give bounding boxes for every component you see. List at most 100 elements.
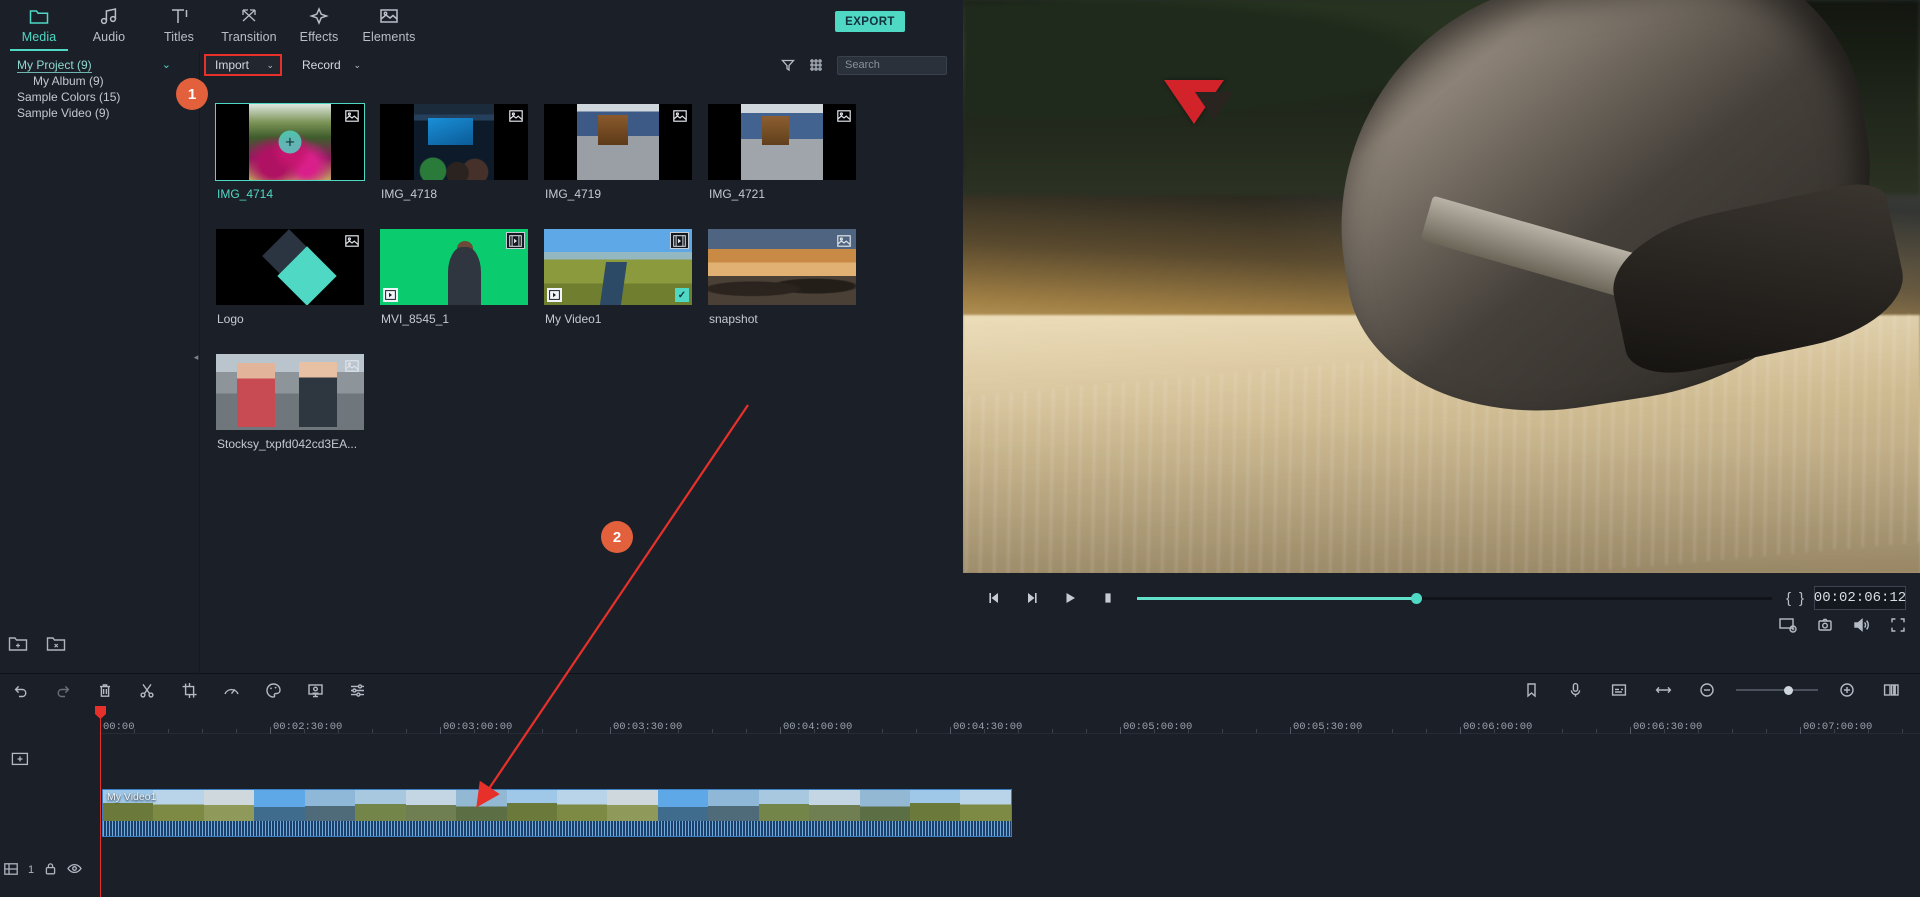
player-timecode[interactable]: 00:02:06:12 [1814, 586, 1906, 610]
marker-icon[interactable] [1510, 674, 1552, 706]
clip-thumbnail-frame [305, 790, 355, 823]
media-item[interactable]: Logo [216, 229, 380, 354]
video-preview[interactable] [963, 0, 1920, 573]
media-item[interactable]: MVI_8545_1 [380, 229, 544, 354]
zoom-out-icon[interactable] [1686, 674, 1728, 706]
timeline-menu-icon[interactable] [1870, 674, 1912, 706]
ruler-subtick [1596, 729, 1597, 733]
progress-knob[interactable] [1411, 593, 1422, 604]
eye-icon[interactable] [67, 862, 82, 878]
tab-transition[interactable]: Transition [214, 0, 284, 51]
import-button[interactable]: Import ⌄ [204, 54, 282, 76]
add-to-timeline-icon[interactable]: + [279, 131, 302, 154]
render-preview-icon[interactable] [1779, 617, 1797, 633]
tab-audio[interactable]: Audio [74, 0, 144, 51]
microphone-icon[interactable] [1554, 674, 1596, 706]
media-item[interactable]: ✓ My Video1 [544, 229, 708, 354]
clip-thumbnail-frame [860, 790, 910, 823]
ruler-subtick [372, 729, 373, 733]
record-button[interactable]: Record ⌄ [296, 54, 364, 76]
grid-view-icon[interactable] [809, 58, 823, 72]
add-folder-icon[interactable] [8, 635, 28, 657]
search-box[interactable] [837, 56, 947, 75]
undo-icon[interactable] [0, 674, 42, 706]
crop-icon[interactable] [168, 674, 210, 706]
green-screen-icon[interactable] [294, 674, 336, 706]
tab-titles[interactable]: Titles [144, 0, 214, 51]
sidebar-item-my-album[interactable]: My Album (9) [0, 73, 199, 89]
lock-icon[interactable] [44, 862, 57, 878]
player-controls-row: { } 00:02:06:12 [963, 583, 1920, 613]
play-overlay-icon[interactable] [383, 288, 398, 302]
chevron-down-icon: ⌄ [266, 60, 274, 71]
fullscreen-icon[interactable] [1890, 617, 1906, 633]
play-overlay-icon[interactable] [547, 288, 562, 302]
stop-icon[interactable] [1089, 583, 1127, 613]
ruler-subtick [1698, 729, 1699, 733]
ruler-subtick [984, 729, 985, 733]
snapshot-camera-icon[interactable] [1817, 617, 1833, 633]
playback-progress-slider[interactable] [1137, 583, 1772, 613]
audio-mixer-icon[interactable] [336, 674, 378, 706]
sidebar-item-sample-video-label: Sample Video (9) [17, 106, 110, 120]
video-triangle-logo-inner [1195, 92, 1233, 120]
chevron-down-icon[interactable]: ⌄ [162, 58, 171, 72]
thumbnail-artwork [741, 104, 823, 180]
remove-folder-icon[interactable] [46, 635, 66, 657]
next-frame-icon[interactable] [1013, 583, 1051, 613]
color-palette-icon[interactable] [252, 674, 294, 706]
media-thumbnail[interactable] [380, 104, 528, 180]
in-timeline-check-icon: ✓ [675, 288, 689, 302]
media-thumbnail[interactable]: ✓ [544, 229, 692, 305]
sidebar-item-sample-video[interactable]: Sample Video (9) [0, 105, 199, 121]
track-headers: 1 [0, 706, 100, 897]
zoom-knob[interactable] [1784, 686, 1793, 695]
timeline-playhead[interactable] [100, 706, 101, 897]
media-thumbnail[interactable] [708, 104, 856, 180]
media-item[interactable]: IMG_4719 [544, 104, 708, 229]
media-item[interactable]: snapshot [708, 229, 872, 354]
fit-timeline-icon[interactable] [1642, 674, 1684, 706]
tab-elements[interactable]: Elements [354, 0, 424, 51]
tab-media[interactable]: Media [4, 0, 74, 51]
media-thumbnail[interactable] [708, 229, 856, 305]
zoom-in-icon[interactable] [1826, 674, 1868, 706]
split-scissors-icon[interactable] [126, 674, 168, 706]
tab-effects[interactable]: Effects [284, 0, 354, 51]
mark-in-out-group: { } [1786, 590, 1804, 607]
subtitle-icon[interactable] [1598, 674, 1640, 706]
media-item-label: MVI_8545_1 [381, 312, 531, 326]
media-item[interactable]: IMG_4718 [380, 104, 544, 229]
mark-in-button[interactable]: { [1786, 590, 1791, 607]
ruler-subtick [1732, 729, 1733, 733]
media-thumbnail[interactable]: + [216, 104, 364, 180]
clip-thumbnail-frame [153, 790, 203, 823]
media-item-label: My Video1 [545, 312, 695, 326]
ruler-tick: 00:04:30:00 [950, 706, 1022, 734]
volume-icon[interactable] [1853, 617, 1870, 633]
timeline-zoom-slider[interactable] [1736, 674, 1818, 706]
delete-trash-icon[interactable] [84, 674, 126, 706]
add-track-icon[interactable] [10, 750, 30, 768]
annotation-arrow [440, 390, 760, 830]
ruler-subtick [1222, 729, 1223, 733]
media-thumbnail[interactable] [216, 354, 364, 430]
prev-frame-icon[interactable] [975, 583, 1013, 613]
media-thumbnail[interactable] [216, 229, 364, 305]
media-thumbnail[interactable] [380, 229, 528, 305]
timeline-ruler[interactable]: 00:0000:02:30:0000:03:00:0000:03:30:0000… [100, 706, 1920, 734]
play-icon[interactable] [1051, 583, 1089, 613]
export-button[interactable]: EXPORT [835, 11, 905, 32]
media-thumbnail[interactable] [544, 104, 692, 180]
media-item[interactable]: Stocksy_txpfd042cd3EA... [216, 354, 380, 479]
sidebar-collapse-handle[interactable]: ◂ [192, 346, 200, 368]
redo-icon[interactable] [42, 674, 84, 706]
filter-funnel-icon[interactable] [781, 58, 795, 72]
speed-gauge-icon[interactable] [210, 674, 252, 706]
sidebar-item-my-project[interactable]: My Project (9) ⌄ [0, 57, 199, 73]
thumbnail-artwork [708, 229, 856, 305]
sidebar-item-sample-colors[interactable]: Sample Colors (15) [0, 89, 199, 105]
media-item[interactable]: +IMG_4714 [216, 104, 380, 229]
media-item[interactable]: IMG_4721 [708, 104, 872, 229]
mark-out-button[interactable]: } [1799, 590, 1804, 607]
